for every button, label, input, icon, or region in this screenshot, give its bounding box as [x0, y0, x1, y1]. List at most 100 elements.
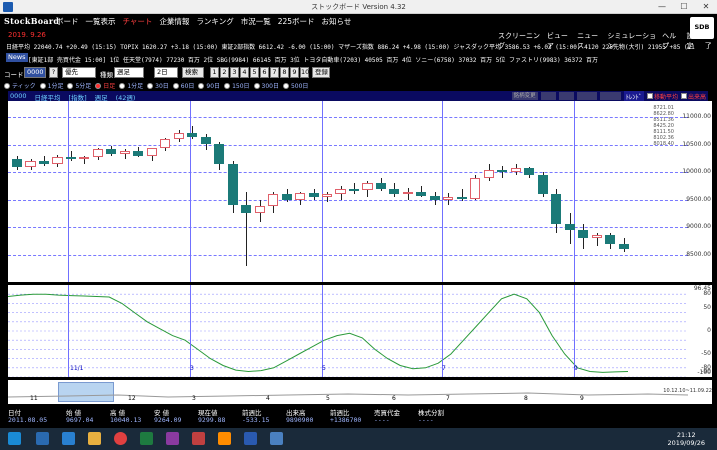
price-chart[interactable]: 8721.01 8622.80 8511.36 8425.20 8111.50 8102.…: [8, 101, 688, 282]
radio-1[interactable]: 1分足: [39, 81, 63, 90]
menu-item-4[interactable]: ランキング: [196, 16, 233, 27]
radio-dot[interactable]: [253, 82, 260, 89]
candle: [348, 188, 360, 191]
menu-item-2[interactable]: チャート: [123, 16, 153, 27]
period-select[interactable]: 2日: [154, 67, 178, 78]
minimize-button[interactable]: —: [651, 0, 673, 14]
candle: [52, 156, 63, 165]
ma-check-box[interactable]: [646, 93, 653, 99]
preset-button-2[interactable]: 2: [220, 67, 229, 78]
radio-dot[interactable]: [39, 82, 46, 89]
preset-button-6[interactable]: 6: [260, 67, 269, 78]
radio-label: ティック: [12, 83, 36, 90]
table-header-cell: 高 値: [110, 409, 126, 417]
code-input[interactable]: 0000: [24, 67, 46, 78]
candle: [510, 167, 521, 173]
navigator[interactable]: 11 12 3 4 5 6 7 8 9: [8, 380, 688, 404]
table-header-cell: 前週比: [330, 409, 350, 417]
radio-dot[interactable]: [282, 82, 289, 89]
word-icon[interactable]: [244, 432, 257, 445]
radio-label: 500日: [290, 83, 309, 90]
radio-2[interactable]: 5分足: [67, 81, 91, 90]
preset-button-7[interactable]: 7: [270, 67, 279, 78]
powerpoint-icon[interactable]: [192, 432, 205, 445]
volume-check-box[interactable]: [680, 93, 687, 99]
onenote-icon[interactable]: [166, 432, 179, 445]
radio-dot[interactable]: [224, 82, 231, 89]
folder-icon[interactable]: [88, 432, 101, 445]
radio-0[interactable]: ティック: [4, 81, 36, 90]
news-tag[interactable]: News: [6, 53, 28, 62]
gray-button-2[interactable]: [558, 92, 574, 100]
preset-button-8[interactable]: 8: [280, 67, 289, 78]
table-cell: 9697.04: [66, 416, 94, 424]
candle: [483, 169, 494, 178]
gray-button-4[interactable]: [600, 92, 621, 100]
oscillator-chart[interactable]: 11/1 3 5 7 9: [7, 285, 688, 378]
candle: [375, 183, 386, 189]
radio-dot[interactable]: [95, 82, 102, 89]
menu-item-0[interactable]: ボード: [56, 16, 79, 27]
month-marker-label: 7: [442, 365, 446, 372]
radio-dot[interactable]: [198, 82, 205, 89]
stockboard-taskbar-icon[interactable]: [270, 432, 283, 445]
preset-button-4[interactable]: 4: [240, 67, 249, 78]
search-button[interactable]: 検索: [182, 67, 204, 78]
menu-item-5[interactable]: 市況一覧: [241, 16, 271, 27]
preset-button-5[interactable]: 5: [250, 67, 259, 78]
radio-3[interactable]: 日足: [95, 81, 115, 90]
trend-button[interactable]: ﾄﾚﾝﾄﾞ: [623, 91, 644, 101]
volume-checkbox[interactable]: 出来高: [680, 92, 706, 101]
table-cell: 2011.08.05: [8, 416, 48, 424]
date-label: 2019. 9.26: [8, 31, 46, 39]
preset-button-9[interactable]: 9: [290, 67, 299, 78]
maximize-button[interactable]: ☐: [673, 0, 695, 14]
table-header-cell: 売買代金: [374, 409, 400, 417]
candle: [295, 193, 306, 200]
gray-button-3[interactable]: [576, 92, 598, 100]
radio-6[interactable]: 60日: [172, 81, 194, 90]
radio-dot[interactable]: [119, 82, 126, 89]
table-header-cell: 安 値: [154, 409, 170, 417]
menu-item-3[interactable]: 企業情報: [159, 16, 189, 27]
ma-checkbox[interactable]: 移動平均: [646, 92, 678, 101]
app-icon-orange[interactable]: [218, 432, 231, 445]
radio-9[interactable]: 300日: [253, 81, 279, 90]
radio-dot[interactable]: [67, 82, 74, 89]
radio-7[interactable]: 90日: [198, 81, 220, 90]
table-header-cell: 始 値: [66, 409, 82, 417]
preset-button-3[interactable]: 3: [230, 67, 239, 78]
candle: [227, 164, 238, 206]
preset-button-10[interactable]: 10: [300, 67, 309, 78]
preset-button-1[interactable]: 1: [210, 67, 219, 78]
price-tick-label: 9500.00: [686, 195, 711, 203]
candle-wick: [246, 191, 248, 266]
desktop-icon[interactable]: [36, 432, 49, 445]
oscillator-axis: 96.45 80 50 0 -50 -80 -90 -100: [688, 285, 712, 377]
change-stock-button[interactable]: 銘柄変更: [511, 92, 538, 100]
radio-8[interactable]: 150日: [224, 81, 250, 90]
month-divider: [574, 285, 575, 377]
radio-10[interactable]: 500日: [282, 81, 309, 90]
market-select[interactable]: 優先: [62, 67, 96, 78]
edge-icon[interactable]: [62, 432, 75, 445]
radio-4[interactable]: 1分足: [119, 81, 143, 90]
menu-item-1[interactable]: 一覧表示: [86, 16, 116, 27]
radio-5[interactable]: 30日: [147, 81, 169, 90]
sub-menu-item-6[interactable]: 終了: [705, 31, 717, 51]
kind-select[interactable]: 週足: [114, 67, 144, 78]
gray-button-1[interactable]: [540, 92, 556, 100]
radio-dot[interactable]: [4, 82, 10, 89]
nav-axis: 10.12.10~11.09.22: [663, 380, 712, 404]
price-tick-label: 8500.00: [686, 250, 711, 258]
radio-dot[interactable]: [147, 82, 154, 89]
excel-icon[interactable]: [140, 432, 153, 445]
close-button[interactable]: ✕: [695, 0, 717, 14]
radio-dot[interactable]: [172, 82, 179, 89]
windows-start-icon[interactable]: [8, 432, 21, 445]
register-button[interactable]: 登録: [312, 67, 330, 78]
menu-item-6[interactable]: 225ボード: [278, 16, 315, 27]
help-button[interactable]: ?: [49, 67, 58, 78]
menu-item-7[interactable]: お知らせ: [322, 16, 352, 27]
chrome-icon[interactable]: [114, 432, 127, 445]
